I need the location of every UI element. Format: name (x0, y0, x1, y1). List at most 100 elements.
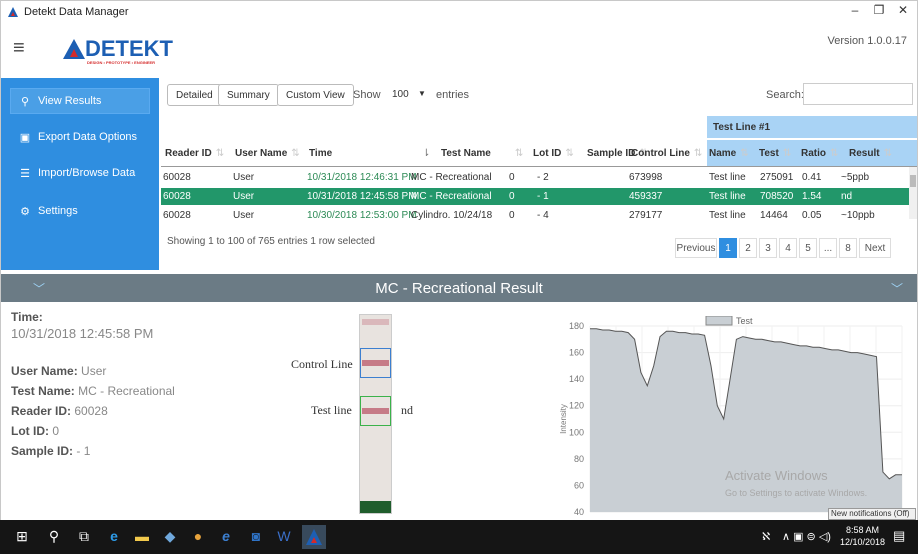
legend-label: Test (736, 316, 753, 326)
legend-swatch (705, 316, 733, 326)
col-lot-id[interactable]: Lot ID ⇅ (531, 140, 583, 166)
hamburger-menu-icon[interactable]: ≡ (13, 37, 25, 60)
col-reader-id[interactable]: Reader ID ⇅ (163, 140, 231, 166)
sort-icon: ⇅ (565, 147, 574, 159)
clock-time[interactable]: 8:58 AM (846, 525, 879, 535)
col-name[interactable]: Name ⇅ (707, 140, 757, 166)
clock-date[interactable]: 12/10/2018 (840, 537, 885, 547)
window-title: Detekt Data Manager (24, 6, 129, 18)
app-logo-icon (7, 6, 19, 18)
sidebar-item-label: Settings (38, 205, 78, 217)
close-button[interactable]: ✕ (891, 3, 915, 17)
file-explorer-icon[interactable]: ▬ (134, 528, 150, 544)
export-icon: ▣ (19, 131, 31, 144)
col-result[interactable]: Result ⇅ (847, 140, 917, 166)
minimize-button[interactable]: – (843, 3, 867, 17)
sort-icon: ⇅ (215, 147, 225, 159)
pagination-page-1[interactable]: 1 (719, 238, 737, 258)
chrome-icon[interactable]: ● (190, 528, 206, 544)
sidebar: ⚲ View Results ▣ Export Data Options ☰ I… (1, 78, 159, 270)
table-row[interactable]: 60028 User 10/31/2018 12:46:31 PM MC - R… (161, 169, 909, 186)
lot-id-field: Lot ID: 0 (11, 424, 60, 438)
search-input[interactable] (803, 83, 913, 105)
action-center-icon[interactable]: ▤ (893, 528, 905, 544)
sort-desc-icon: ⇂ (422, 147, 431, 159)
table-row[interactable]: 60028 User 10/30/2018 12:53:00 PM Cylind… (161, 207, 909, 224)
sidebar-item-settings[interactable]: ⚙ Settings (10, 198, 150, 224)
pagination-page-4[interactable]: 4 (779, 238, 797, 258)
table-scrollbar[interactable] (909, 167, 917, 219)
restore-button[interactable]: ❐ (867, 3, 891, 17)
col-time[interactable]: Time ⇂ (307, 140, 435, 166)
taskbar: ⊞ ⚲ ⧉ e ▬ ◆ ● e ◙ W ℵ ∧ ▣ ⊜ ◁) 8:58 AM 1… (0, 520, 918, 554)
summary-button[interactable]: Summary (218, 84, 279, 106)
sidebar-item-export[interactable]: ▣ Export Data Options (10, 124, 150, 150)
col-control-line[interactable]: Control Line ⇅ (629, 140, 707, 166)
col-user-name[interactable]: User Name ⇅ (233, 140, 305, 166)
brand-tagline: DESIGN • PROTOTYPE • ENGINEER (87, 60, 156, 65)
sample-id-field: Sample ID: - 1 (11, 444, 91, 458)
y-tick-label: 140 (569, 374, 584, 384)
pagination-page-2[interactable]: 2 (739, 238, 757, 258)
detekt-taskbar-icon[interactable] (302, 525, 326, 549)
pagination-previous[interactable]: Previous (675, 238, 717, 258)
edge-icon[interactable]: e (106, 528, 122, 544)
col-ratio[interactable]: Ratio ⇅ (799, 140, 847, 166)
y-tick-label: 120 (569, 401, 584, 411)
pagination-page-3[interactable]: 3 (759, 238, 777, 258)
pagination-page-5[interactable]: 5 (799, 238, 817, 258)
col-test-name[interactable]: Test Name ⇅ (439, 140, 529, 166)
time-value: 10/31/2018 12:45:58 PM (11, 326, 154, 341)
pagination-page-8[interactable]: 8 (839, 238, 857, 258)
test-name-field: Test Name: MC - Recreational (11, 384, 175, 398)
table-row-selected[interactable]: 60028 User 10/31/2018 12:45:58 PM MC - R… (161, 188, 909, 205)
y-tick-label: 100 (569, 427, 584, 437)
results-table-panel: Detailed Summary Custom View Show 100 ▼ … (161, 78, 917, 270)
strip-test-result: nd (401, 403, 413, 417)
sort-icon: ⇅ (291, 147, 300, 159)
chevron-down-icon[interactable]: ﹀ (891, 280, 903, 297)
pagination-ellipsis: ... (819, 238, 837, 258)
test-line-box (360, 396, 391, 426)
task-view-icon[interactable]: ⧉ (76, 528, 92, 544)
entries-select[interactable]: 100 ▼ (387, 86, 432, 104)
people-icon[interactable]: ℵ (762, 530, 770, 543)
user-name-field: User Name: User (11, 364, 107, 378)
app-window: Detekt Data Manager – ❐ ✕ ≡ DETEKT DESIG… (0, 0, 918, 521)
brand-name: DETEKT (85, 36, 173, 61)
strip-test-label: Test line (311, 403, 352, 417)
word-icon[interactable]: W (276, 528, 292, 544)
outlook-icon[interactable]: ◙ (248, 528, 264, 544)
sidebar-item-label: Import/Browse Data (38, 167, 136, 179)
search-label: Search: (766, 89, 804, 101)
sidebar-item-label: Export Data Options (38, 131, 138, 143)
detailed-button[interactable]: Detailed (167, 84, 222, 106)
intensity-chart: 40 60 80 100 120 140 160 180 Intensity Test (559, 316, 903, 516)
sort-icon: ⇅ (693, 147, 703, 159)
brand-logo: DETEKT DESIGN • PROTOTYPE • ENGINEER (45, 33, 175, 69)
strip-control-label: Control Line (291, 357, 353, 371)
custom-view-button[interactable]: Custom View (277, 84, 354, 106)
pagination-next[interactable]: Next (859, 238, 891, 258)
sidebar-item-import[interactable]: ☰ Import/Browse Data (10, 160, 150, 186)
search-icon[interactable]: ⚲ (46, 528, 62, 544)
col-test[interactable]: Test ⇅ (757, 140, 799, 166)
activate-windows-subtext: Go to Settings to activate Windows. (725, 488, 868, 498)
windows-start-icon[interactable]: ⊞ (14, 528, 30, 544)
y-tick-label: 60 (574, 480, 584, 490)
app-icon[interactable]: ◆ (162, 528, 178, 544)
sidebar-item-view-results[interactable]: ⚲ View Results (10, 88, 150, 114)
sort-icon: ⇅ (830, 147, 839, 159)
reader-id-field: Reader ID: 60028 (11, 404, 108, 418)
internet-explorer-icon[interactable]: e (218, 528, 234, 544)
control-line-box (360, 348, 391, 378)
tray-icons[interactable]: ∧ ▣ ⊜ ◁) (782, 530, 831, 543)
search-icon: ⚲ (20, 95, 30, 108)
sort-icon: ⇅ (782, 147, 792, 159)
y-tick-label: 160 (569, 348, 584, 358)
y-tick-label: 180 (569, 321, 584, 331)
sort-icon: ⇅ (740, 147, 749, 159)
sort-icon: ⇅ (883, 147, 892, 159)
y-tick-label: 80 (574, 454, 584, 464)
y-tick-label: 40 (574, 507, 584, 516)
